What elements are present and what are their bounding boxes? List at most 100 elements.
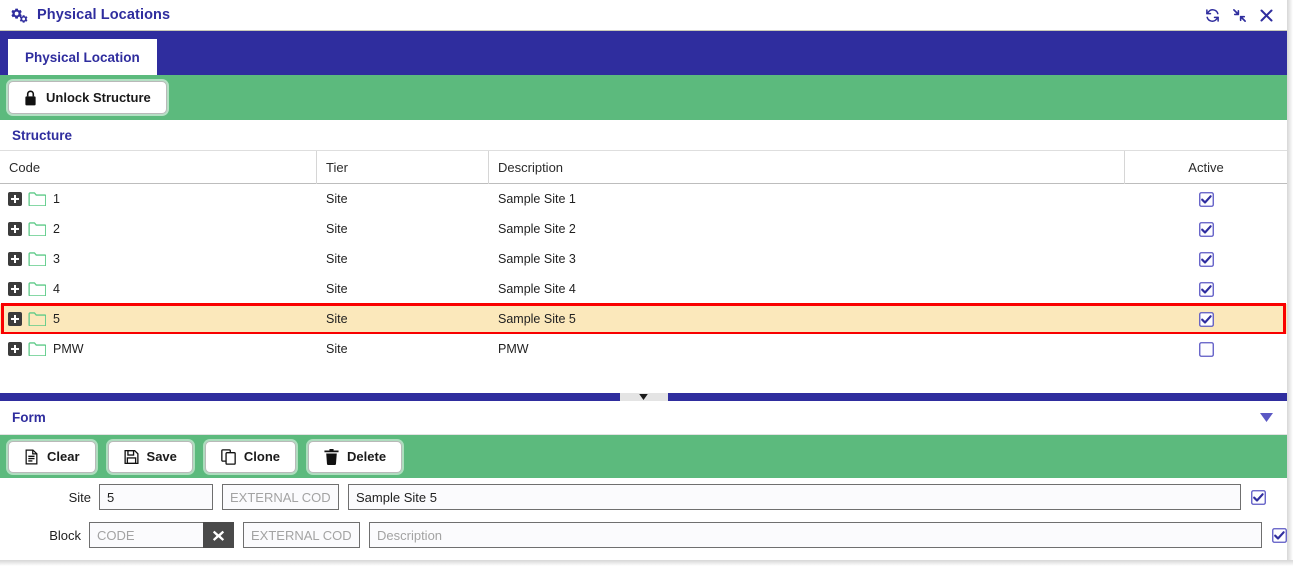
structure-grid: Code Tier Description Active 1 Site Sample… <box>0 151 1287 393</box>
minimize-icon[interactable] <box>1232 8 1247 23</box>
window-title: Physical Locations <box>37 7 171 23</box>
form-toolbar: Clear Save Clone Delete <box>0 435 1287 478</box>
cell-tier: Site <box>326 192 348 206</box>
title-bar-left: Physical Locations <box>0 7 170 24</box>
physical-locations-window: Physical Locations Physical Location Unl… <box>0 0 1293 566</box>
cell-description: PMW <box>498 342 529 356</box>
clone-label: Clone <box>243 449 281 464</box>
expand-row-icon[interactable] <box>8 342 22 356</box>
table-row[interactable]: 4 Site Sample Site 4 <box>0 274 1287 304</box>
form-row-block: Block <box>0 516 1287 554</box>
block-description-input[interactable] <box>369 522 1262 548</box>
clear-button[interactable]: Clear <box>8 440 96 473</box>
expand-row-icon[interactable] <box>8 252 22 266</box>
copy-icon <box>221 448 236 465</box>
row-code-text: 2 <box>53 222 60 236</box>
expand-row-icon[interactable] <box>8 312 22 326</box>
row-code-text: 5 <box>53 312 60 326</box>
expand-row-icon[interactable] <box>8 282 22 296</box>
form-row-site: Site <box>0 478 1287 516</box>
site-active-checkbox[interactable] <box>1251 489 1266 505</box>
cell-description: Sample Site 3 <box>498 252 576 266</box>
clone-button[interactable]: Clone <box>204 440 297 473</box>
block-code-clear-button[interactable] <box>203 522 234 548</box>
column-header-description[interactable]: Description <box>489 151 1125 184</box>
block-active-checkbox[interactable] <box>1272 527 1287 543</box>
structure-panel-header: Structure <box>0 120 1287 151</box>
cell-code: 1 <box>0 192 317 206</box>
cell-tier: Site <box>326 252 348 266</box>
panel-splitter[interactable] <box>0 393 1287 401</box>
folder-icon <box>28 192 46 206</box>
row-active-checkbox[interactable] <box>1198 251 1214 267</box>
cell-code: PMW <box>0 342 317 356</box>
table-row[interactable]: 3 Site Sample Site 3 <box>0 244 1287 274</box>
block-code-wrapper <box>89 522 234 548</box>
folder-icon <box>28 342 46 356</box>
grid-body: 1 Site Sample Site 1 2 Site Sample Site 2 3 Sit… <box>0 184 1287 364</box>
table-row[interactable]: 5 Site Sample Site 5 <box>0 303 1287 335</box>
cell-tier: Site <box>326 282 348 296</box>
folder-icon <box>28 252 46 266</box>
form-fields-area: Site Block <box>0 478 1287 562</box>
unlock-structure-button[interactable]: Unlock Structure <box>8 81 167 114</box>
cell-active <box>1125 221 1287 237</box>
row-active-checkbox[interactable] <box>1198 221 1214 237</box>
row-active-checkbox[interactable] <box>1198 191 1214 207</box>
delete-button[interactable]: Delete <box>308 440 403 473</box>
cell-active <box>1125 251 1287 267</box>
close-icon[interactable] <box>1259 8 1274 23</box>
cell-active <box>1125 341 1287 357</box>
row-active-checkbox[interactable] <box>1198 311 1214 327</box>
expand-row-icon[interactable] <box>8 192 22 206</box>
site-description-input[interactable] <box>348 484 1241 510</box>
cell-code: 2 <box>0 222 317 236</box>
cell-tier: Site <box>326 222 348 236</box>
unlock-structure-label: Unlock Structure <box>46 90 151 105</box>
chevron-down-icon[interactable] <box>1260 413 1273 422</box>
folder-icon <box>28 282 46 296</box>
site-code-input[interactable] <box>99 484 213 510</box>
form-fields-site <box>99 484 1241 510</box>
save-button[interactable]: Save <box>107 440 193 473</box>
tab-physical-location[interactable]: Physical Location <box>8 39 157 75</box>
form-label-block: Block <box>49 527 81 543</box>
row-code-text: 1 <box>53 192 60 206</box>
folder-icon <box>28 222 46 236</box>
structure-panel-title: Structure <box>12 127 73 143</box>
form-label-site: Site <box>68 489 91 505</box>
row-active-checkbox[interactable] <box>1198 281 1214 297</box>
table-row[interactable]: 1 Site Sample Site 1 <box>0 184 1287 214</box>
window-controls <box>1205 8 1287 23</box>
row-active-checkbox[interactable] <box>1198 341 1214 357</box>
form-panel-title: Form <box>12 410 46 425</box>
block-external-code-input[interactable] <box>243 522 360 548</box>
column-header-code[interactable]: Code <box>0 151 317 184</box>
lock-icon <box>24 90 37 106</box>
row-code-text: PMW <box>53 342 84 356</box>
form-fields-block <box>89 522 1262 548</box>
site-external-code-input[interactable] <box>222 484 339 510</box>
cell-description: Sample Site 2 <box>498 222 576 236</box>
trash-icon <box>324 448 339 465</box>
cell-tier: Site <box>326 312 348 326</box>
expand-row-icon[interactable] <box>8 222 22 236</box>
window-edge-right <box>1287 0 1293 560</box>
tab-label: Physical Location <box>25 49 140 65</box>
clear-x-icon <box>212 530 225 541</box>
folder-icon <box>28 312 46 326</box>
column-header-active[interactable]: Active <box>1125 151 1287 184</box>
splitter-grip[interactable] <box>619 393 668 401</box>
cell-tier: Site <box>326 342 348 356</box>
clear-label: Clear <box>47 449 80 464</box>
floppy-disk-icon <box>124 449 139 465</box>
table-row[interactable]: PMW Site PMW <box>0 334 1287 364</box>
cell-code: 3 <box>0 252 317 266</box>
table-row[interactable]: 2 Site Sample Site 2 <box>0 214 1287 244</box>
cell-code: 4 <box>0 282 317 296</box>
block-code-input[interactable] <box>89 522 203 548</box>
cell-active <box>1125 281 1287 297</box>
refresh-icon[interactable] <box>1205 8 1220 23</box>
column-header-tier[interactable]: Tier <box>317 151 489 184</box>
grid-header-row: Code Tier Description Active <box>0 151 1287 184</box>
